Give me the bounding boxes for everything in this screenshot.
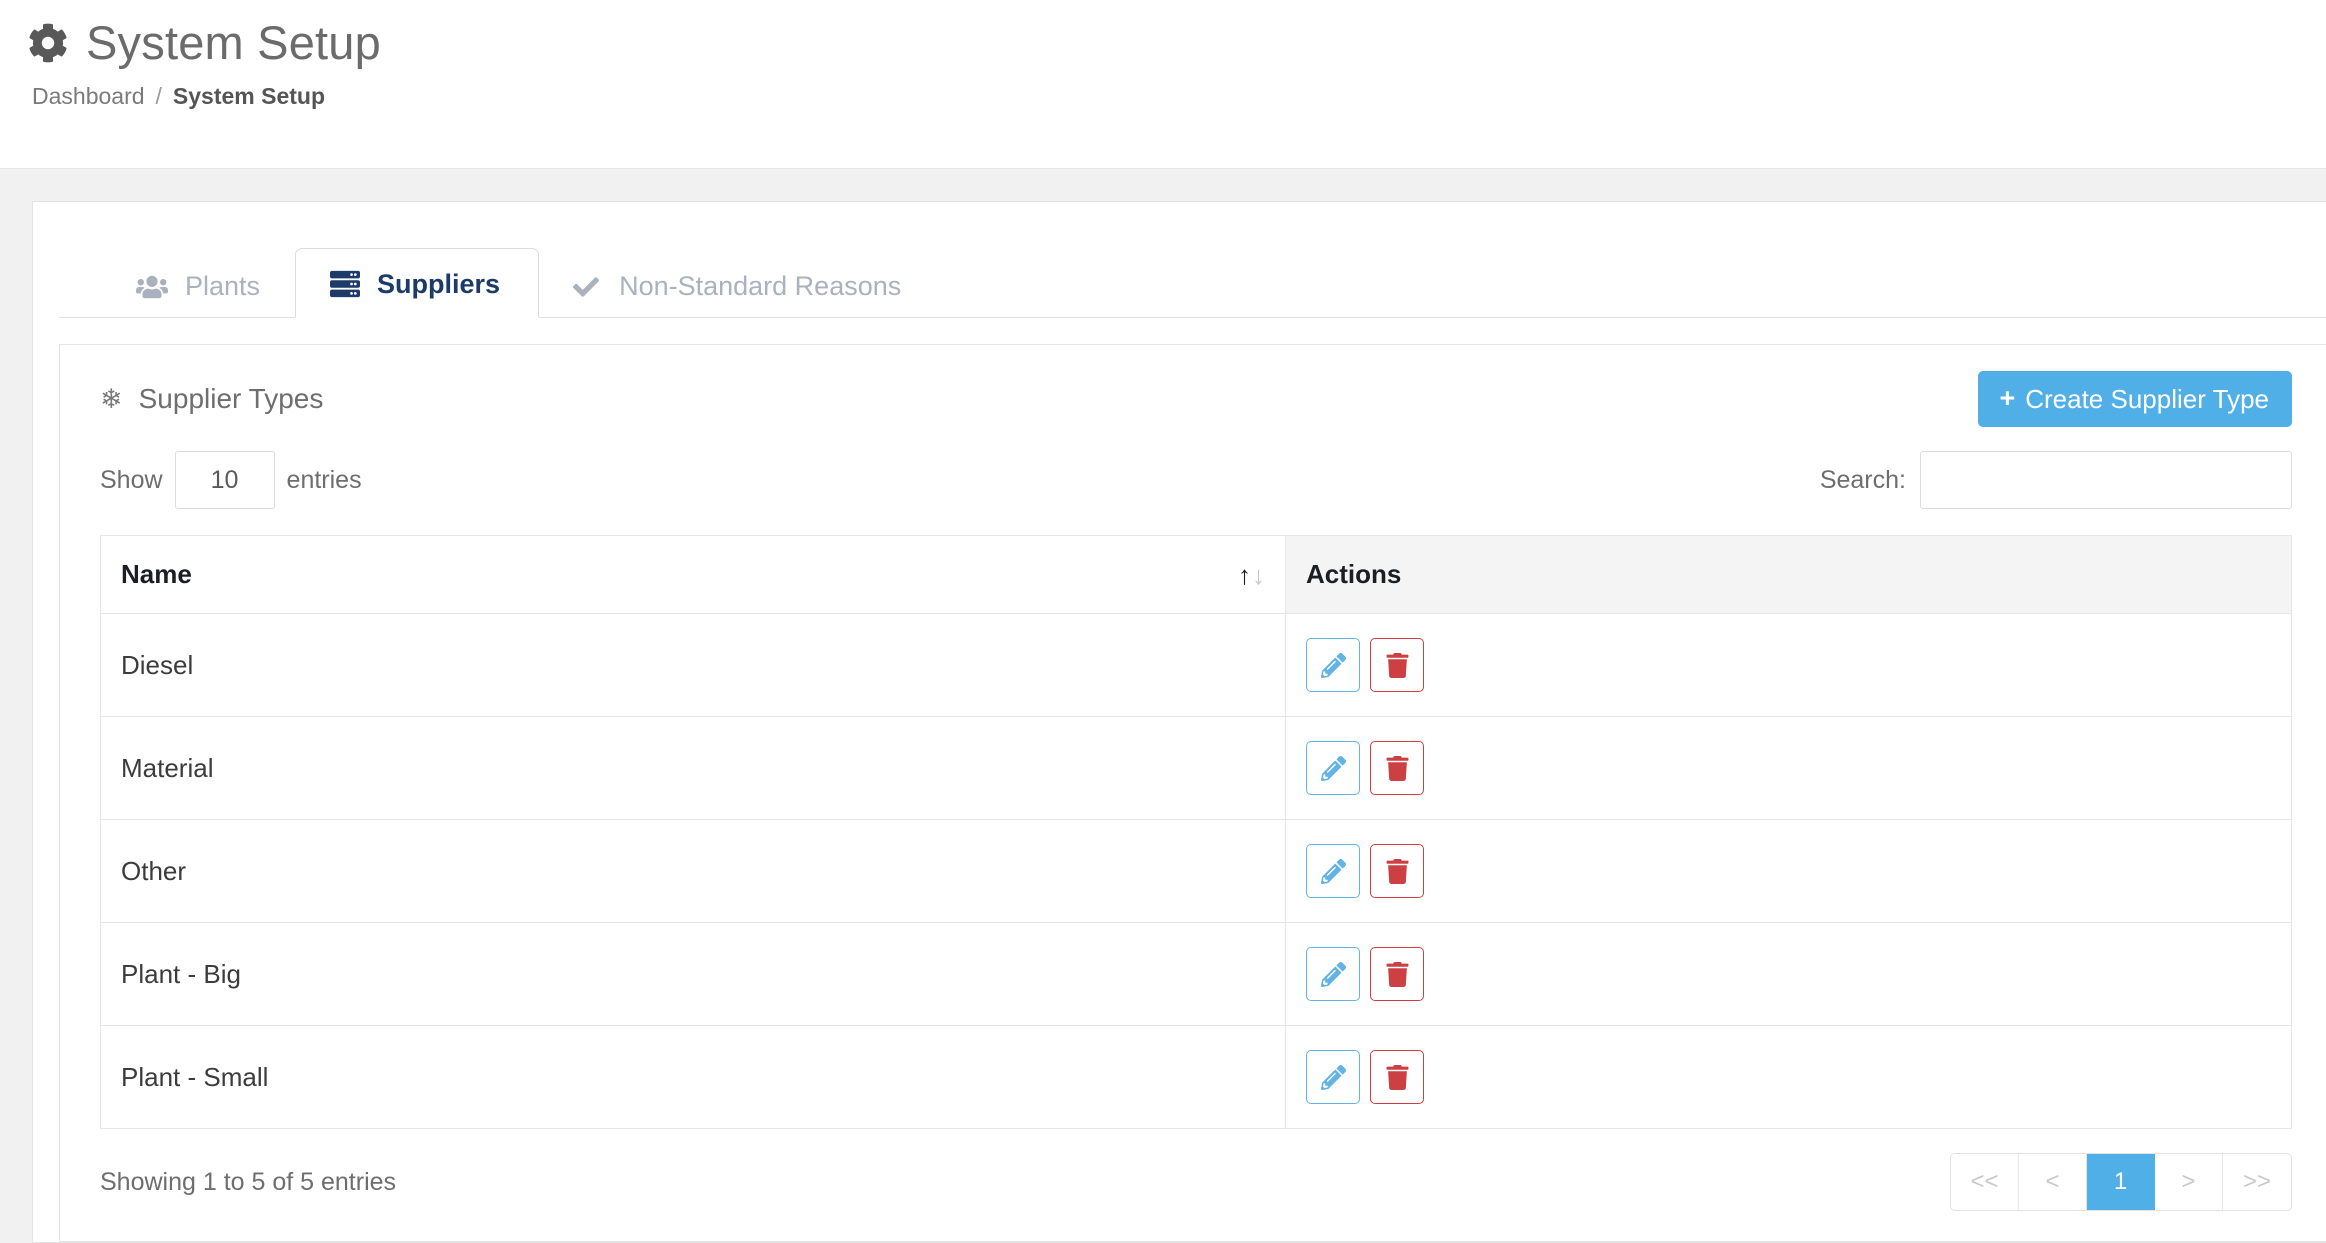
table-head: Name ↑ ↓ Actions	[100, 535, 2292, 614]
check-icon	[570, 274, 602, 300]
cell-actions	[1285, 613, 2292, 717]
table-footer: Showing 1 to 5 of 5 entries << < 1 > >>	[60, 1129, 2326, 1241]
cell-name: Material	[100, 716, 1286, 820]
column-header-actions-label: Actions	[1306, 559, 1402, 589]
search-input[interactable]	[1920, 451, 2292, 509]
delete-button[interactable]	[1370, 741, 1424, 795]
page-length-control: Show entries	[100, 451, 362, 509]
row-action-group	[1306, 1050, 1424, 1104]
breadcrumb-separator: /	[155, 83, 162, 110]
show-label: Show	[100, 465, 163, 494]
table-info: Showing 1 to 5 of 5 entries	[100, 1167, 397, 1196]
delete-button[interactable]	[1370, 1050, 1424, 1104]
cell-actions	[1285, 1025, 2292, 1129]
column-header-actions: Actions	[1285, 535, 2292, 614]
panel-header: ❄ Supplier Types + Create Supplier Type	[60, 345, 2326, 433]
table-row: Material	[100, 716, 2292, 820]
pagination-last-button[interactable]: >>	[2223, 1154, 2291, 1210]
delete-button[interactable]	[1370, 638, 1424, 692]
pagination-next-button[interactable]: >	[2155, 1154, 2223, 1210]
create-supplier-type-button[interactable]: + Create Supplier Type	[1978, 371, 2292, 427]
content-card: Plants Suppliers Non-Standard Reasons ❄ …	[32, 201, 2326, 1243]
table-row: Diesel	[100, 613, 2292, 717]
breadcrumb-current: System Setup	[172, 83, 326, 110]
page-body: Plants Suppliers Non-Standard Reasons ❄ …	[0, 168, 2326, 1243]
row-action-group	[1306, 844, 1424, 898]
tab-suppliers[interactable]: Suppliers	[295, 248, 540, 318]
snowflake-icon: ❄	[100, 383, 123, 414]
edit-button[interactable]	[1306, 844, 1360, 898]
cell-name: Other	[100, 819, 1286, 923]
cell-actions	[1285, 819, 2292, 923]
tab-plants-label: Plants	[185, 271, 261, 301]
delete-button[interactable]	[1370, 844, 1424, 898]
table-row: Other	[100, 819, 2292, 923]
server-icon	[330, 269, 361, 299]
search-label: Search:	[1819, 465, 1906, 494]
column-header-name-label: Name	[121, 559, 192, 589]
tab-suppliers-label: Suppliers	[377, 268, 501, 299]
table-controls: Show entries Search:	[60, 433, 2326, 509]
page-title-row: System Setup	[28, 18, 2326, 67]
page-header: System Setup Dashboard / System Setup	[0, 0, 2326, 168]
pagination-first-button[interactable]: <<	[1951, 1154, 2019, 1210]
table-row: Plant - Small	[100, 1025, 2292, 1129]
edit-button[interactable]	[1306, 947, 1360, 1001]
tab-non-standard-reasons[interactable]: Non-Standard Reasons	[539, 252, 936, 318]
table-wrapper: Name ↑ ↓ Actions Diesel Material Other P…	[60, 509, 2326, 1129]
search-control: Search:	[1820, 451, 2292, 509]
row-action-group	[1306, 741, 1424, 795]
tab-non-standard-reasons-label: Non-Standard Reasons	[619, 271, 902, 301]
cell-name: Plant - Small	[100, 1025, 1286, 1129]
supplier-types-panel: ❄ Supplier Types + Create Supplier Type …	[59, 344, 2326, 1242]
cell-name: Diesel	[100, 613, 1286, 717]
cell-name: Plant - Big	[100, 922, 1286, 1026]
pagination: << < 1 > >>	[1950, 1153, 2292, 1211]
sort-ascending-icon: ↑	[1238, 559, 1251, 590]
table-row: Plant - Big	[100, 922, 2292, 1026]
entries-label: entries	[286, 465, 362, 494]
edit-button[interactable]	[1306, 638, 1360, 692]
panel-title: ❄ Supplier Types	[100, 385, 323, 413]
supplier-types-table: Name ↑ ↓ Actions Diesel Material Other P…	[100, 535, 2292, 1129]
breadcrumb-dashboard-link[interactable]: Dashboard	[32, 83, 145, 111]
breadcrumb: Dashboard / System Setup	[32, 83, 2326, 111]
sort-descending-icon: ↓	[1252, 559, 1265, 590]
edit-button[interactable]	[1306, 1050, 1360, 1104]
edit-button[interactable]	[1306, 741, 1360, 795]
delete-button[interactable]	[1370, 947, 1424, 1001]
tab-bar: Plants Suppliers Non-Standard Reasons	[59, 228, 2326, 318]
cell-actions	[1285, 716, 2292, 820]
tab-plants[interactable]: Plants	[105, 252, 295, 318]
page-title: System Setup	[86, 16, 381, 69]
users-icon	[136, 274, 168, 300]
sort-icon: ↑ ↓	[1238, 562, 1265, 588]
page-length-input[interactable]	[174, 451, 275, 509]
gear-icon	[28, 23, 68, 63]
plus-icon: +	[1999, 383, 2016, 413]
panel-title-label: Supplier Types	[138, 383, 324, 414]
pagination-previous-button[interactable]: <	[2019, 1154, 2087, 1210]
create-supplier-type-label: Create Supplier Type	[2025, 383, 2269, 414]
row-action-group	[1306, 638, 1424, 692]
table-header-row: Name ↑ ↓ Actions	[100, 535, 2292, 614]
row-action-group	[1306, 947, 1424, 1001]
cell-actions	[1285, 922, 2292, 1026]
table-body: Diesel Material Other Plant - Big Plant …	[100, 613, 2292, 1129]
pagination-page-1-button[interactable]: 1	[2087, 1154, 2155, 1210]
column-header-name[interactable]: Name ↑ ↓	[100, 535, 1286, 614]
